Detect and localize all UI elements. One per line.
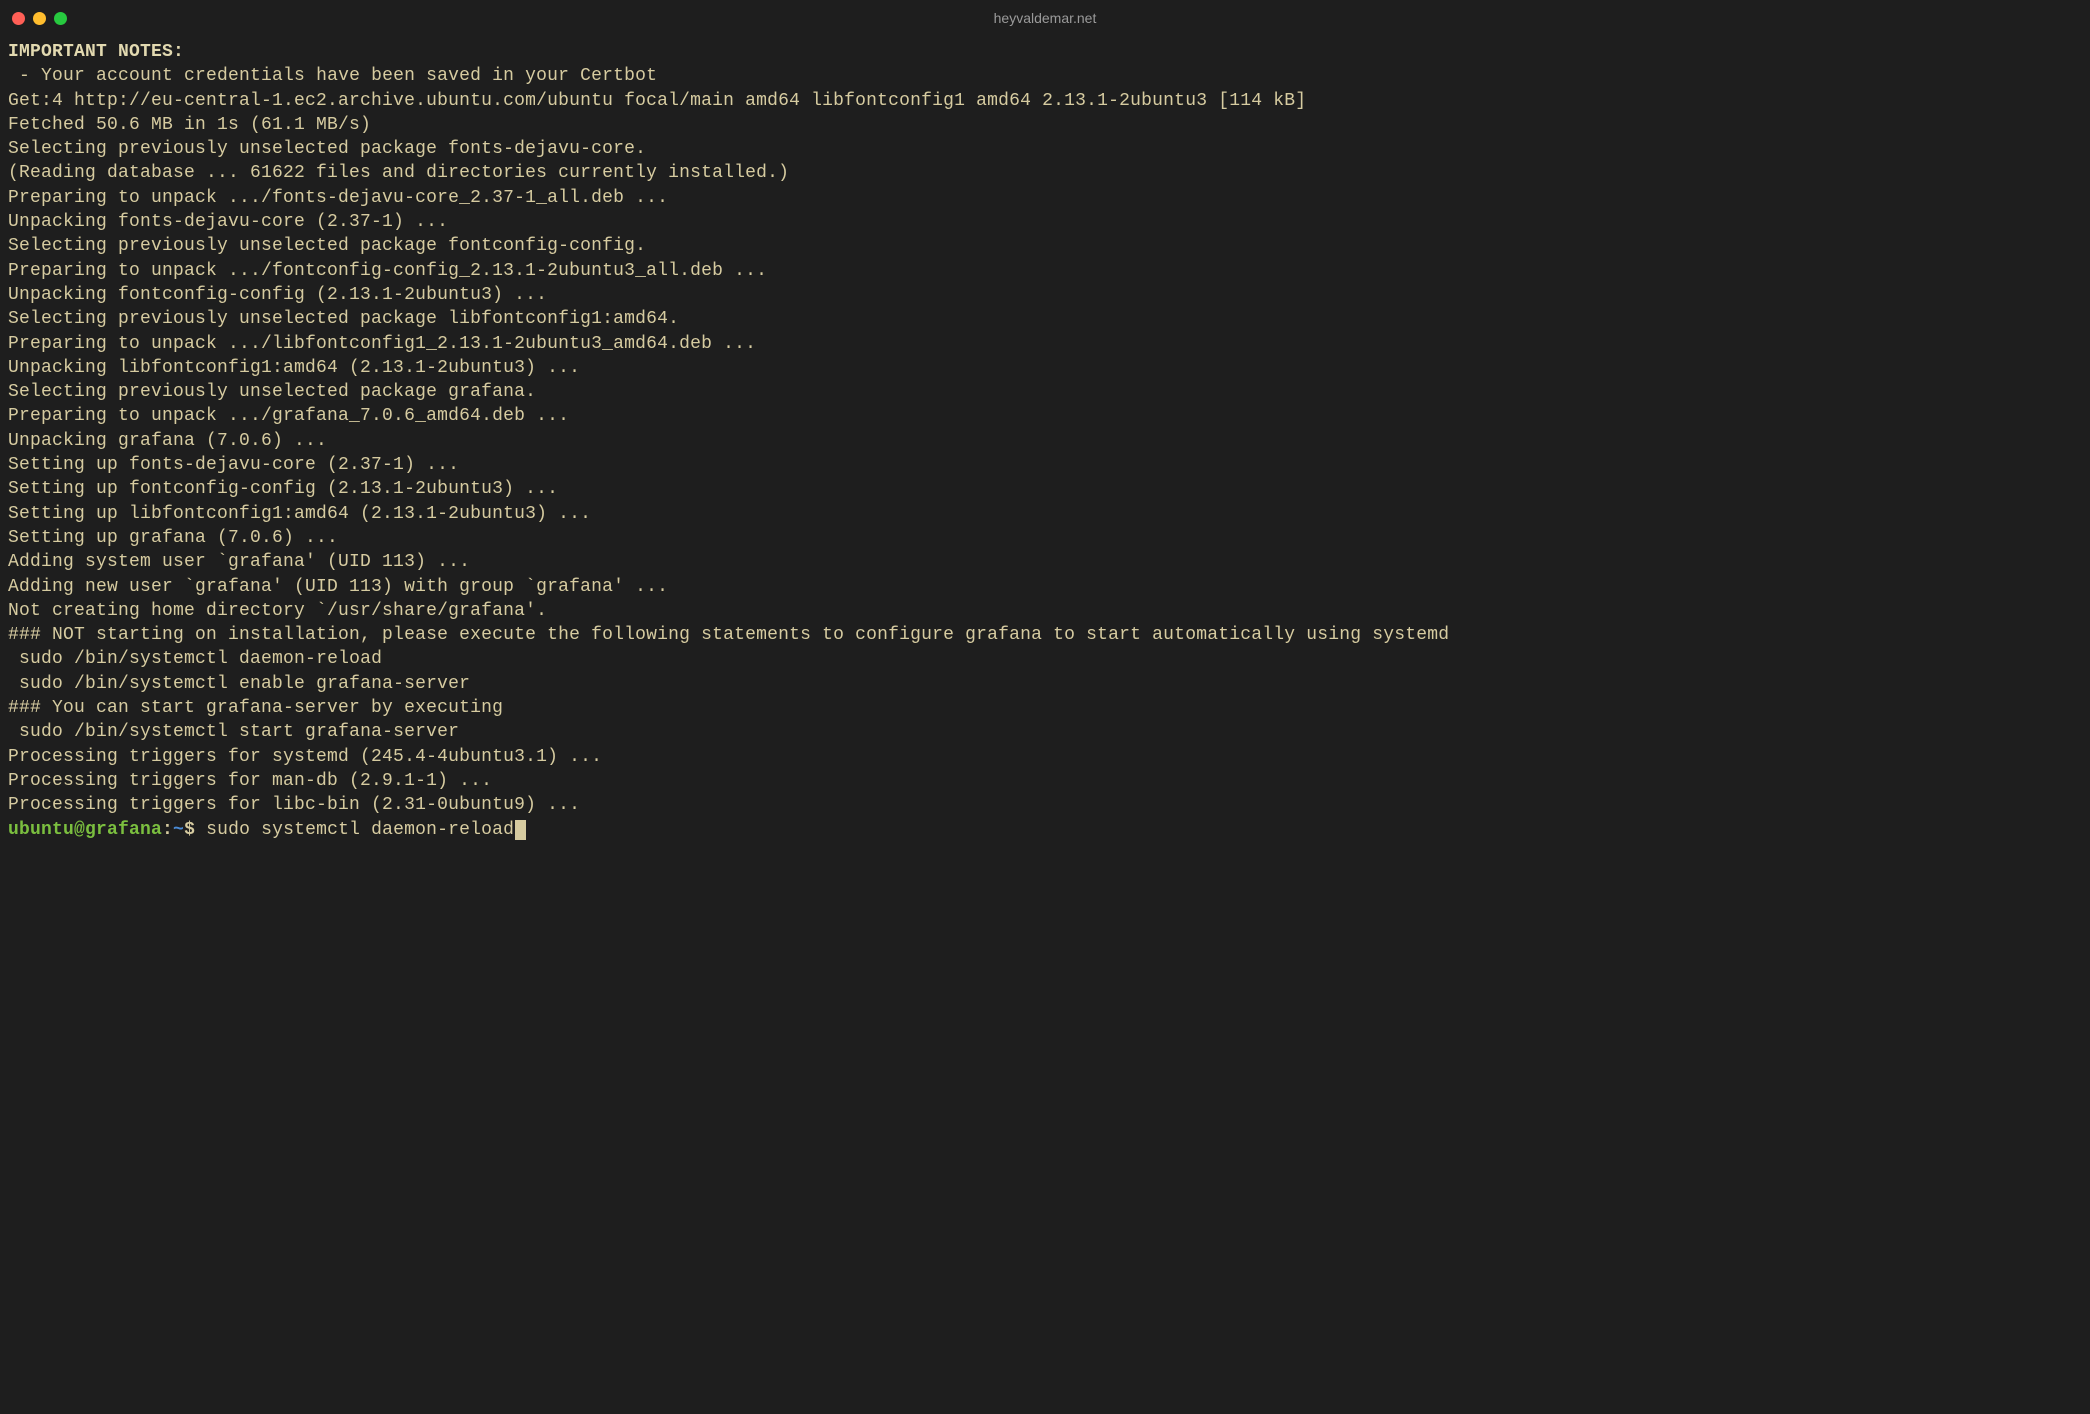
output-line: Processing triggers for man-db (2.9.1-1)… — [8, 771, 492, 791]
output-line: Setting up grafana (7.0.6) ... — [8, 528, 338, 548]
output-line: Selecting previously unselected package … — [8, 139, 646, 159]
output-line: sudo /bin/systemctl enable grafana-serve… — [8, 674, 470, 694]
output-line: ### You can start grafana-server by exec… — [8, 698, 503, 718]
output-line: sudo /bin/systemctl start grafana-server — [8, 722, 459, 742]
output-line: Fetched 50.6 MB in 1s (61.1 MB/s) — [8, 115, 371, 135]
output-line: Setting up libfontconfig1:amd64 (2.13.1-… — [8, 504, 591, 524]
output-line: Adding system user `grafana' (UID 113) .… — [8, 552, 470, 572]
prompt-path: ~ — [173, 820, 184, 840]
output-line: Unpacking fontconfig-config (2.13.1-2ubu… — [8, 285, 547, 305]
output-line: Adding new user `grafana' (UID 113) with… — [8, 577, 668, 597]
output-heading: IMPORTANT NOTES: — [8, 42, 184, 62]
output-line: Not creating home directory `/usr/share/… — [8, 601, 547, 621]
close-icon[interactable] — [12, 12, 25, 25]
output-line: Setting up fontconfig-config (2.13.1-2ub… — [8, 479, 558, 499]
output-line: Processing triggers for libc-bin (2.31-0… — [8, 795, 580, 815]
traffic-lights — [12, 12, 67, 25]
output-line: sudo /bin/systemctl daemon-reload — [8, 649, 382, 669]
output-line: Preparing to unpack .../fontconfig-confi… — [8, 261, 767, 281]
output-line: Get:4 http://eu-central-1.ec2.archive.ub… — [8, 91, 1306, 111]
output-line: Selecting previously unselected package … — [8, 236, 646, 256]
prompt-user-host: ubuntu@grafana — [8, 820, 162, 840]
maximize-icon[interactable] — [54, 12, 67, 25]
output-line: Preparing to unpack .../fonts-dejavu-cor… — [8, 188, 668, 208]
output-line: Selecting previously unselected package … — [8, 382, 536, 402]
output-line: Processing triggers for systemd (245.4-4… — [8, 747, 602, 767]
output-line: Unpacking grafana (7.0.6) ... — [8, 431, 327, 451]
output-line: Unpacking libfontconfig1:amd64 (2.13.1-2… — [8, 358, 580, 378]
output-line: (Reading database ... 61622 files and di… — [8, 163, 789, 183]
output-line: Selecting previously unselected package … — [8, 309, 679, 329]
minimize-icon[interactable] — [33, 12, 46, 25]
cursor-icon — [515, 820, 526, 840]
output-line: - Your account credentials have been sav… — [8, 66, 657, 86]
prompt-symbol: $ — [184, 820, 195, 840]
output-line: Preparing to unpack .../libfontconfig1_2… — [8, 334, 756, 354]
output-line: Setting up fonts-dejavu-core (2.37-1) ..… — [8, 455, 459, 475]
output-line: Unpacking fonts-dejavu-core (2.37-1) ... — [8, 212, 448, 232]
titlebar: heyvaldemar.net — [0, 0, 2090, 36]
window-title: heyvaldemar.net — [0, 10, 2090, 26]
terminal-window: heyvaldemar.net IMPORTANT NOTES: - Your … — [0, 0, 2090, 1414]
command-input[interactable]: sudo systemctl daemon-reload — [206, 820, 514, 840]
prompt-separator: : — [162, 820, 173, 840]
terminal-content[interactable]: IMPORTANT NOTES: - Your account credenti… — [0, 36, 2090, 850]
output-line: ### NOT starting on installation, please… — [8, 625, 1449, 645]
output-line: Preparing to unpack .../grafana_7.0.6_am… — [8, 406, 569, 426]
